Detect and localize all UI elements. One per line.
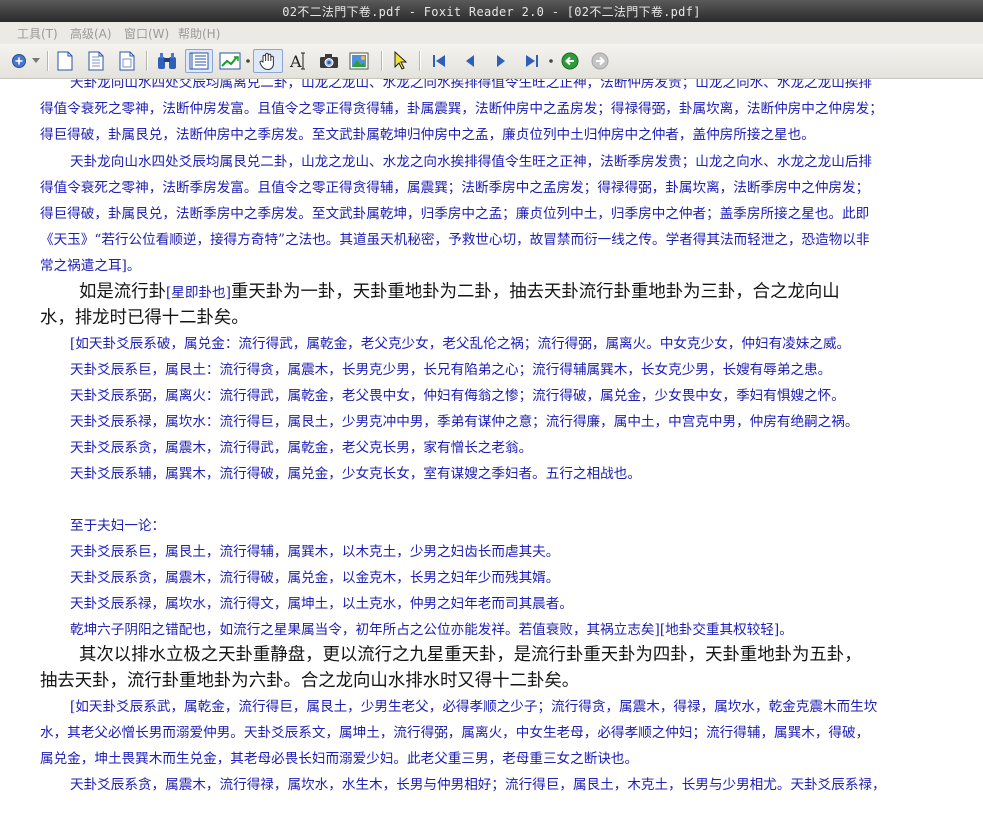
annotation-line: 天卦爻辰系贪，属震木，流行得禄，属坎水，水生木，长男与仲男相好；流行得巨，属艮土… bbox=[70, 777, 886, 793]
annotation-line: 乾坤六子阴阳之错配也，如流行之星果属当令，初年所占之公位亦能发祥。若值衰败，其祸… bbox=[70, 622, 793, 638]
main-text-segment: 重天卦为一卦，天卦重地卦为二卦，抽去天卦流行卦重地卦为三卦，合之龙向山 bbox=[230, 282, 840, 302]
paragraph-line: 天卦龙向山水四处爻辰均属艮兑二卦，山龙之龙山、水龙之向水挨排得值令生旺之正神，法… bbox=[70, 154, 873, 170]
menu-help[interactable]: 帮助(H) bbox=[178, 25, 220, 42]
annotation-line: 天卦爻辰系禄，属坎水，流行得文，属坤土，以土克水，仲男之妇年老而司其晨者。 bbox=[70, 596, 573, 612]
toolbar-separator bbox=[146, 51, 148, 71]
select-arrow-icon[interactable] bbox=[389, 49, 411, 73]
paragraph-line: 天卦龙向山水四处爻辰均属离兑二卦，山龙之龙山、水龙之向水挨排得值令生旺之正神，法… bbox=[70, 79, 873, 91]
window-title: 02不二法門下卷.pdf - Foxit Reader 2.0 - [02不二法… bbox=[282, 5, 701, 19]
prev-page-icon[interactable] bbox=[459, 49, 481, 73]
annotation-line: 天卦爻辰系贪，属震木，流行得破，属兑金，以金克木，长男之妇年少而残其婿。 bbox=[70, 570, 560, 586]
svg-text:A: A bbox=[289, 52, 302, 71]
toolbar-separator bbox=[419, 51, 421, 71]
menu-bar: 工具(T) 高级(A) 窗口(W) 帮助(H) bbox=[0, 22, 983, 45]
text-select-icon[interactable]: A bbox=[287, 49, 309, 73]
paragraph-line: 常之祸遣之耳]。 bbox=[40, 258, 141, 274]
toolbar: A bbox=[0, 44, 983, 79]
page-icon[interactable] bbox=[85, 49, 107, 73]
binoculars-icon[interactable] bbox=[155, 49, 179, 73]
paragraph-line: 得值令衰死之零神，法断仲房发富。且值令之零正得贪得辅，卦属震巽，法断仲房中之孟房… bbox=[40, 101, 883, 117]
inline-note: [星即卦也] bbox=[165, 285, 231, 301]
annotation-line: 天卦爻辰系辅，属巽木，流行得破，属兑金，少女克长女，室有谋嫂之季妇者。五行之相战… bbox=[70, 466, 641, 482]
chart-icon[interactable] bbox=[216, 49, 244, 73]
main-text-line: 抽去天卦，流行卦重地卦为六卦。合之龙向山水排水时又得十二卦矣。 bbox=[40, 671, 580, 691]
hand-tool-icon[interactable] bbox=[253, 49, 283, 73]
dot-icon bbox=[245, 49, 251, 73]
main-text-line: 如是流行卦[星即卦也]重天卦为一卦，天卦重地卦为二卦，抽去天卦流行卦重地卦为三卦… bbox=[79, 278, 840, 303]
title-bar: 02不二法門下卷.pdf - Foxit Reader 2.0 - [02不二法… bbox=[0, 0, 983, 22]
menu-tools[interactable]: 工具(T) bbox=[17, 25, 58, 42]
paragraph-line: 得巨得破，卦属艮兑，法断仲房中之季房发。至文武卦属乾坤归仲房中之孟，廉贞位列中土… bbox=[40, 127, 815, 143]
annotation-line: 天卦爻辰系巨，属艮土，流行得辅，属巽木，以木克土，少男之妇齿长而虐其夫。 bbox=[70, 544, 560, 560]
annotation-line: 天卦爻辰系禄，属坎水：流行得巨，属艮土，少男克冲中男，季弟有谋仲之意；流行得廉，… bbox=[70, 414, 859, 430]
document-page[interactable]: 天卦龙向山水四处爻辰均属离兑二卦，山龙之龙山、水龙之向水挨排得值令生旺之正神，法… bbox=[0, 79, 983, 832]
image-icon[interactable] bbox=[347, 49, 371, 73]
main-text-segment: 如是流行卦 bbox=[79, 282, 166, 302]
annotation-line: 天卦爻辰系巨，属艮土：流行得贪，属震木，长男克少男，长兄有陷弟之心；流行得辅属巽… bbox=[70, 362, 832, 378]
annotation-line: 水，其老父必憎长男而溺爱仲男。天卦爻辰系文，属坤土，流行得弼，属离火，中女生老母… bbox=[40, 725, 870, 741]
first-page-icon[interactable] bbox=[428, 49, 450, 73]
new-page-icon[interactable] bbox=[54, 49, 76, 73]
annotation-line: 天卦爻辰系弼，属离火：流行得武，属乾金，老父畏中女，仲妇有侮翁之惨；流行得破，属… bbox=[70, 388, 845, 404]
dropdown-arrow-icon[interactable] bbox=[30, 49, 42, 73]
back-icon[interactable] bbox=[559, 49, 581, 73]
annotation-line: [如天卦爻辰系破，属兑金：流行得武，属乾金，老父克少女，老父乱伦之祸；流行得弼，… bbox=[70, 336, 851, 352]
toolbar-separator bbox=[47, 51, 49, 71]
last-page-icon[interactable] bbox=[521, 49, 543, 73]
main-text-line: 其次以排水立极之天卦重静盘，更以流行之九星重天卦，是流行卦重天卦为四卦，天卦重地… bbox=[79, 645, 862, 665]
dot-icon bbox=[548, 49, 554, 73]
camera-icon[interactable] bbox=[317, 49, 341, 73]
zoom-circle-icon[interactable] bbox=[8, 49, 30, 73]
annotation-line: 天卦爻辰系贪，属震木，流行得武，属乾金，老父克长男，家有憎长之老翁。 bbox=[70, 440, 533, 456]
toolbar-separator bbox=[381, 51, 383, 71]
annotation-line: 属兑金，坤土畏巽木而生兑金，其老母必畏长妇而溺爱少妇。此老父重三男，老母重三女之… bbox=[40, 751, 639, 767]
paragraph-line: 《天玉》“若行公位看顺逆，接得方奇特”之法也。其道虽天机秘密，予救世心切，故冒禁… bbox=[40, 232, 870, 248]
main-text-line: 水，排龙时已得十二卦矣。 bbox=[40, 308, 249, 328]
menu-window[interactable]: 窗口(W) bbox=[124, 25, 169, 42]
paragraph-line: 得巨得破，卦属艮兑，法断季房中之季房发。至文武卦属乾坤，归季房中之孟；廉贞位列中… bbox=[40, 206, 870, 222]
paragraph-line: 得值令衰死之零神，法断季房发富。且值令之零正得贪得辅，属震巽；法断季房中之孟房发… bbox=[40, 180, 870, 196]
annotation-line: [如天卦爻辰系武，属乾金，流行得巨，属艮土，少男生老父，必得孝顺之少子；流行得贪… bbox=[70, 699, 878, 715]
page-outline-icon[interactable] bbox=[116, 49, 138, 73]
next-page-icon[interactable] bbox=[490, 49, 512, 73]
forward-icon[interactable] bbox=[589, 49, 611, 73]
text-view-icon[interactable] bbox=[185, 49, 213, 73]
menu-advanced[interactable]: 高级(A) bbox=[70, 25, 112, 42]
annotation-line: 至于夫妇一论： bbox=[70, 518, 166, 534]
